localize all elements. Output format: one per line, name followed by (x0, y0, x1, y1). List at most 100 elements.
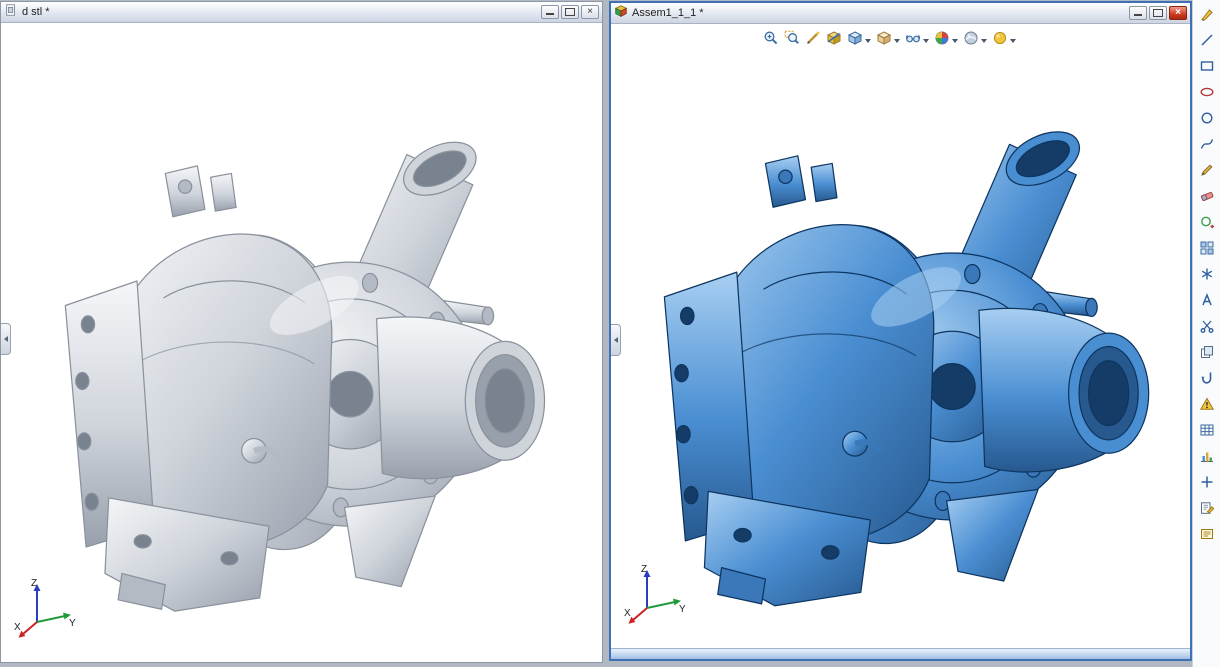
line-button[interactable] (1196, 31, 1218, 53)
headsup-toolbar (759, 28, 1020, 53)
point-icon (1199, 474, 1215, 495)
close-button[interactable]: × (1169, 6, 1187, 20)
previous-view-icon (805, 30, 821, 51)
restore-icon (565, 8, 575, 16)
smart-dimension-button[interactable] (1196, 5, 1218, 27)
dropdown-arrow-icon[interactable] (923, 39, 929, 43)
chevron-left-icon (4, 336, 8, 342)
orientation-triad: Z Y X (13, 574, 79, 640)
restore-button[interactable] (561, 5, 579, 19)
view-settings-button[interactable] (991, 29, 1017, 52)
convert-entities-button[interactable] (1196, 369, 1218, 391)
side-toolbar (1192, 0, 1220, 667)
ellipse-icon (1199, 84, 1215, 105)
restore-icon (1153, 9, 1163, 17)
scan-model[interactable] (23, 81, 568, 647)
view-orientation-icon (847, 30, 863, 51)
perimeter-circle-button[interactable] (1196, 213, 1218, 235)
edit-comment-button[interactable] (1196, 525, 1218, 547)
centerline-button[interactable] (1196, 265, 1218, 287)
stl-document-icon (4, 3, 18, 22)
apply-scene-button[interactable] (962, 29, 988, 52)
trim-entities-button[interactable] (1196, 317, 1218, 339)
previous-view-button[interactable] (804, 29, 822, 52)
minimize-icon (546, 13, 554, 15)
sketch-button[interactable] (1196, 161, 1218, 183)
window-title: Assem1_1_1 * (632, 7, 1125, 19)
sketch-icon (1199, 162, 1215, 183)
svg-text:X: X (624, 608, 631, 619)
zoom-to-fit-button[interactable] (762, 29, 780, 52)
text-icon (1199, 292, 1215, 313)
perimeter-circle-icon (1199, 214, 1215, 235)
restore-button[interactable] (1149, 6, 1167, 20)
edit-appearance-icon (934, 30, 950, 51)
zoom-to-fit-icon (763, 30, 779, 51)
copy-entities-button[interactable] (1196, 343, 1218, 365)
smart-dimension-icon (1199, 6, 1215, 27)
view-orientation-button[interactable] (846, 29, 872, 52)
eraser-button[interactable] (1196, 187, 1218, 209)
dropdown-arrow-icon[interactable] (952, 39, 958, 43)
window-controls: × (1129, 6, 1187, 20)
statistics-button[interactable] (1196, 447, 1218, 469)
hide-show-items-button[interactable] (904, 29, 930, 52)
dropdown-arrow-icon[interactable] (1010, 39, 1016, 43)
minimize-icon (1134, 14, 1142, 16)
section-view-button[interactable] (825, 29, 843, 52)
titlebar-d-stl[interactable]: d stl * × (1, 2, 602, 23)
zoom-to-area-icon (784, 30, 800, 51)
make-drawing-icon (1199, 500, 1215, 521)
display-style-icon (876, 30, 892, 51)
grid-system-button[interactable] (1196, 421, 1218, 443)
dropdown-arrow-icon[interactable] (894, 39, 900, 43)
orientation-triad: Z Y X (623, 560, 689, 626)
viewport-cad[interactable]: Z Y X (611, 24, 1190, 648)
dropdown-arrow-icon[interactable] (865, 39, 871, 43)
hide-show-items-icon (905, 30, 921, 51)
panel-flyout-tab[interactable] (611, 324, 621, 356)
dropdown-arrow-icon[interactable] (981, 39, 987, 43)
text-button[interactable] (1196, 291, 1218, 313)
window-controls: × (541, 5, 599, 19)
circle-button[interactable] (1196, 109, 1218, 131)
minimize-button[interactable] (1129, 6, 1147, 20)
minimize-button[interactable] (541, 5, 559, 19)
window-title: d stl * (22, 6, 537, 18)
display-style-button[interactable] (875, 29, 901, 52)
copy-entities-icon (1199, 344, 1215, 365)
spline-button[interactable] (1196, 135, 1218, 157)
convert-entities-icon (1199, 370, 1215, 391)
circle-icon (1199, 110, 1215, 131)
line-icon (1199, 32, 1215, 53)
assembly-document-icon (614, 4, 628, 23)
window-d-stl: d stl * × (0, 1, 603, 663)
svg-text:Y: Y (69, 618, 76, 629)
linear-pattern-button[interactable] (1196, 239, 1218, 261)
window-assem1-1-1: Assem1_1_1 * × (609, 1, 1192, 661)
edit-appearance-button[interactable] (933, 29, 959, 52)
eraser-icon (1199, 188, 1215, 209)
chevron-left-icon (614, 337, 618, 343)
make-drawing-button[interactable] (1196, 499, 1218, 521)
ellipse-button[interactable] (1196, 83, 1218, 105)
viewport-scan[interactable]: Z Y X (1, 23, 602, 662)
spline-icon (1199, 136, 1215, 157)
point-button[interactable] (1196, 473, 1218, 495)
panel-flyout-tab[interactable] (1, 323, 11, 355)
close-button[interactable]: × (581, 5, 599, 19)
svg-text:Y: Y (679, 604, 686, 615)
grid-system-icon (1199, 422, 1215, 443)
corner-rectangle-button[interactable] (1196, 57, 1218, 79)
svg-text:X: X (14, 622, 21, 633)
horizontal-scrollbar[interactable] (611, 648, 1190, 659)
titlebar-assem1-1-1[interactable]: Assem1_1_1 * × (611, 3, 1190, 24)
check-sketch-button[interactable] (1196, 395, 1218, 417)
corner-rectangle-icon (1199, 58, 1215, 79)
apply-scene-icon (963, 30, 979, 51)
check-sketch-icon (1199, 396, 1215, 417)
centerline-icon (1199, 266, 1215, 287)
zoom-to-area-button[interactable] (783, 29, 801, 52)
linear-pattern-icon (1199, 240, 1215, 261)
cad-model[interactable] (617, 70, 1177, 642)
